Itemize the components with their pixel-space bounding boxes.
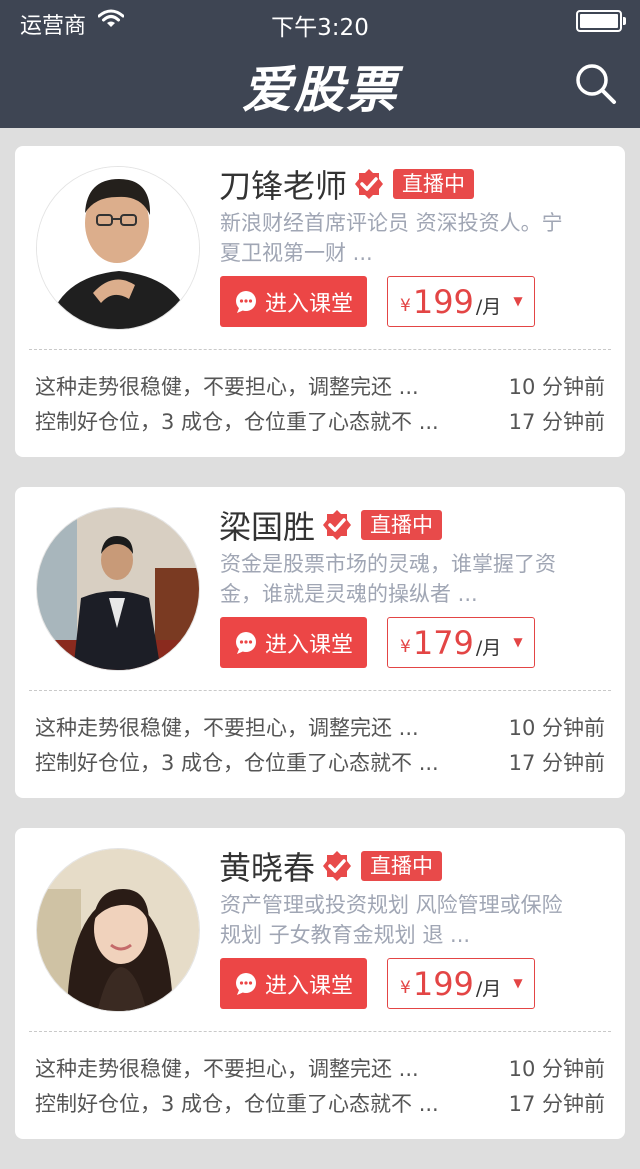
dashed-divider bbox=[29, 1031, 611, 1032]
verified-icon bbox=[323, 510, 352, 540]
verified-icon bbox=[323, 851, 352, 881]
teacher-card[interactable]: 黄晓春 直播中 资产管理或投资规划 风险管理或保险规划 子女教育金规划 退 ..… bbox=[15, 828, 625, 1139]
teacher-avatar[interactable] bbox=[36, 507, 200, 671]
teacher-description: 资金是股票市场的灵魂，谁掌握了资金，谁就是灵魂的操纵者 ... bbox=[220, 552, 556, 606]
nav-bar: 爱股票 bbox=[0, 42, 640, 128]
verified-icon bbox=[355, 169, 384, 199]
message-row[interactable]: 控制好仓位，3 成仓，仓位重了心态就不 ... 17 分钟前 bbox=[35, 1086, 605, 1120]
currency-symbol: ¥ bbox=[400, 977, 411, 998]
teacher-avatar[interactable] bbox=[36, 848, 200, 1012]
status-bar: 运营商 下午3:20 bbox=[0, 0, 640, 42]
price-unit: /月 bbox=[475, 637, 502, 659]
price-amount: 179 bbox=[412, 623, 474, 662]
teacher-name: 梁国胜 bbox=[219, 508, 316, 546]
teacher-avatar[interactable] bbox=[36, 166, 200, 330]
message-row[interactable]: 这种走势很稳健，不要担心，调整完还 ... 10 分钟前 bbox=[35, 369, 605, 403]
enter-classroom-button[interactable]: 进入课堂 bbox=[220, 276, 367, 327]
message-text: 这种走势很稳健，不要担心，调整完还 ... bbox=[35, 375, 419, 399]
enter-classroom-button[interactable]: 进入课堂 bbox=[220, 617, 367, 668]
teacher-list: 刀锋老师 直播中 新浪财经首席评论员 资深投资人。宁夏卫视第一财 ... 进入课… bbox=[15, 146, 625, 1169]
price-selector[interactable]: ¥ 199 /月 ▼ bbox=[387, 958, 535, 1009]
enter-classroom-label: 进入课堂 bbox=[264, 632, 353, 658]
message-row[interactable]: 控制好仓位，3 成仓，仓位重了心态就不 ... 17 分钟前 bbox=[35, 404, 605, 438]
clock: 下午3:20 bbox=[271, 15, 369, 41]
chat-bubble-icon bbox=[235, 290, 256, 313]
battery-icon bbox=[576, 10, 626, 32]
message-row[interactable]: 这种走势很稳健，不要担心，调整完还 ... 10 分钟前 bbox=[35, 1051, 605, 1085]
message-time: 17 分钟前 bbox=[508, 410, 605, 434]
enter-classroom-button[interactable]: 进入课堂 bbox=[220, 958, 367, 1009]
teacher-name-row: 梁国胜 直播中 bbox=[219, 505, 443, 546]
message-time: 10 分钟前 bbox=[508, 716, 605, 740]
caret-down-icon: ▼ bbox=[513, 975, 523, 990]
message-time: 10 分钟前 bbox=[508, 1057, 605, 1081]
live-badge: 直播中 bbox=[393, 169, 475, 199]
dashed-divider bbox=[29, 349, 611, 350]
dashed-divider bbox=[29, 690, 611, 691]
price-selector[interactable]: ¥ 179 /月 ▼ bbox=[387, 617, 535, 668]
message-text: 这种走势很稳健，不要担心，调整完还 ... bbox=[35, 1057, 419, 1081]
teacher-name: 黄晓春 bbox=[219, 849, 316, 887]
caret-down-icon: ▼ bbox=[513, 293, 523, 308]
search-icon[interactable] bbox=[574, 62, 618, 106]
message-time: 10 分钟前 bbox=[508, 375, 605, 399]
message-row[interactable]: 这种走势很稳健，不要担心，调整完还 ... 10 分钟前 bbox=[35, 710, 605, 744]
price-selector[interactable]: ¥ 199 /月 ▼ bbox=[387, 276, 535, 327]
teacher-card[interactable]: 梁国胜 直播中 资金是股票市场的灵魂，谁掌握了资金，谁就是灵魂的操纵者 ... … bbox=[15, 487, 625, 798]
currency-symbol: ¥ bbox=[400, 295, 411, 316]
teacher-description: 新浪财经首席评论员 资深投资人。宁夏卫视第一财 ... bbox=[220, 211, 563, 265]
message-row[interactable]: 控制好仓位，3 成仓，仓位重了心态就不 ... 17 分钟前 bbox=[35, 745, 605, 779]
teacher-name-row: 刀锋老师 直播中 bbox=[219, 164, 475, 205]
message-time: 17 分钟前 bbox=[508, 1092, 605, 1116]
teacher-description: 资产管理或投资规划 风险管理或保险规划 子女教育金规划 退 ... bbox=[220, 893, 563, 947]
app-title: 爱股票 bbox=[242, 61, 398, 119]
message-text: 控制好仓位，3 成仓，仓位重了心态就不 ... bbox=[35, 410, 439, 434]
caret-down-icon: ▼ bbox=[513, 634, 523, 649]
price-amount: 199 bbox=[412, 964, 474, 1003]
message-text: 控制好仓位，3 成仓，仓位重了心态就不 ... bbox=[35, 1092, 439, 1116]
enter-classroom-label: 进入课堂 bbox=[264, 291, 353, 317]
live-badge: 直播中 bbox=[361, 851, 443, 881]
message-text: 这种走势很稳健，不要担心，调整完还 ... bbox=[35, 716, 419, 740]
teacher-name: 刀锋老师 bbox=[219, 167, 348, 205]
teacher-name-row: 黄晓春 直播中 bbox=[219, 846, 443, 887]
price-unit: /月 bbox=[475, 296, 502, 318]
price-unit: /月 bbox=[475, 978, 502, 1000]
currency-symbol: ¥ bbox=[400, 636, 411, 657]
chat-bubble-icon bbox=[235, 631, 256, 654]
message-time: 17 分钟前 bbox=[508, 751, 605, 775]
enter-classroom-label: 进入课堂 bbox=[264, 973, 353, 999]
teacher-card[interactable]: 刀锋老师 直播中 新浪财经首席评论员 资深投资人。宁夏卫视第一财 ... 进入课… bbox=[15, 146, 625, 457]
price-amount: 199 bbox=[412, 282, 474, 321]
live-badge: 直播中 bbox=[361, 510, 443, 540]
message-text: 控制好仓位，3 成仓，仓位重了心态就不 ... bbox=[35, 751, 439, 775]
chat-bubble-icon bbox=[235, 972, 256, 995]
